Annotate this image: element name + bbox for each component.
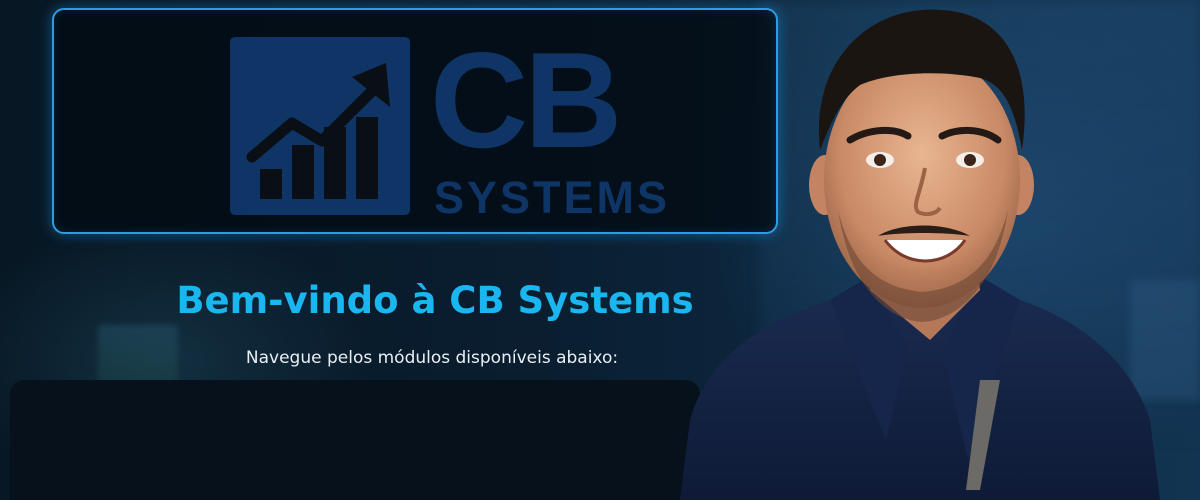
person-portrait	[680, 9, 1160, 500]
logo-panel: CB SYSTEMS	[52, 8, 778, 234]
logo-wordmark: CB	[430, 24, 622, 176]
logo-subword: SYSTEMS	[434, 172, 671, 223]
modules-panel	[10, 380, 700, 500]
rising-chart-arrow-icon	[230, 37, 410, 215]
hero-section: CB SYSTEMS Bem-vindo à CB Systems Navegu…	[0, 0, 1200, 500]
